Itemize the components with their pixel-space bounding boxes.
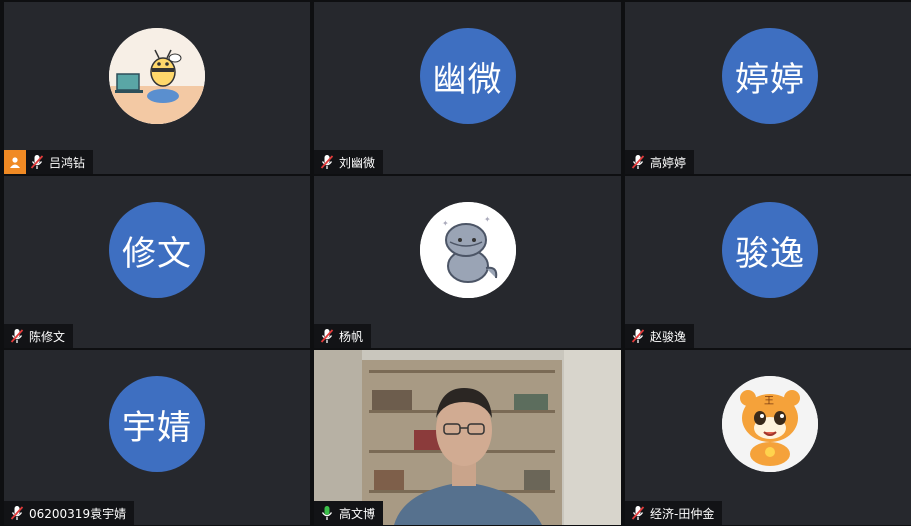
participant-name: 杨帆 <box>339 329 364 344</box>
tiger-cartoon-icon: 王 <box>722 376 818 472</box>
participant-name: 赵骏逸 <box>650 329 687 344</box>
nameplate: 赵骏逸 <box>625 324 695 348</box>
participant-name: 刘幽微 <box>339 155 376 170</box>
participant-name: 吕鸿钻 <box>49 155 86 170</box>
mic-muted-icon <box>320 154 334 170</box>
mic-active-icon <box>320 505 334 521</box>
avatar-tiger-cartoon: 王 <box>722 376 818 472</box>
mic-muted-icon <box>10 328 24 344</box>
participant-tile-5[interactable]: ✦ ✦ 杨帆 <box>314 176 621 348</box>
avatar: 宇婧 <box>109 376 205 472</box>
participant-tile-7[interactable]: 宇婧 06200319袁宇婧 <box>4 350 310 525</box>
mic-muted-icon <box>320 328 334 344</box>
participant-name: 高婷婷 <box>650 155 687 170</box>
avatar: 骏逸 <box>722 202 818 298</box>
avatar-cartoon-creature: ✦ ✦ <box>419 202 516 298</box>
nameplate: 刘幽微 <box>314 150 384 174</box>
mic-muted-icon <box>631 328 645 344</box>
participant-tile-6[interactable]: 骏逸 赵骏逸 <box>625 176 911 348</box>
nameplate: 06200319袁宇婧 <box>4 501 135 525</box>
participant-tile-9[interactable]: 王 经济-田仲金 <box>625 350 911 525</box>
participant-tile-2[interactable]: 幽微 刘幽微 <box>314 2 621 174</box>
nameplate: 高婷婷 <box>625 150 695 174</box>
mic-muted-icon <box>631 154 645 170</box>
avatar: 婷婷 <box>722 28 818 124</box>
video-grid: 吕鸿钻 幽微 刘幽微 婷婷 高婷婷 修文 陈修文 ✦ ✦ 杨帆 骏逸 赵骏逸 宇… <box>0 0 911 526</box>
mic-muted-icon <box>10 505 24 521</box>
participant-name: 经济-田仲金 <box>650 506 715 521</box>
participant-tile-8[interactable]: 高文博 <box>314 350 621 525</box>
nameplate: 吕鸿钻 <box>4 150 94 174</box>
mic-muted-icon <box>631 505 645 521</box>
live-video-feed <box>314 350 621 525</box>
participant-tile-3[interactable]: 婷婷 高婷婷 <box>625 2 911 174</box>
avatar: 幽微 <box>419 28 516 124</box>
participant-name: 06200319袁宇婧 <box>29 506 127 521</box>
svg-text:王: 王 <box>764 396 775 407</box>
host-person-icon <box>4 150 26 174</box>
participant-name: 陈修文 <box>29 329 66 344</box>
nameplate: 杨帆 <box>314 324 372 348</box>
mic-muted-icon <box>30 154 44 170</box>
avatar-bee-cartoon <box>109 28 205 124</box>
nameplate: 经济-田仲金 <box>625 501 723 525</box>
svg-text:✦: ✦ <box>484 215 492 224</box>
cartoon-creature-icon: ✦ ✦ <box>419 202 516 298</box>
avatar: 修文 <box>109 202 205 298</box>
participant-tile-4[interactable]: 修文 陈修文 <box>4 176 310 348</box>
bee-cartoon-icon <box>109 28 205 124</box>
nameplate: 高文博 <box>314 501 384 525</box>
nameplate: 陈修文 <box>4 324 74 348</box>
participant-tile-1[interactable]: 吕鸿钻 <box>4 2 310 174</box>
participant-name: 高文博 <box>339 506 376 521</box>
svg-text:✦: ✦ <box>442 219 450 228</box>
